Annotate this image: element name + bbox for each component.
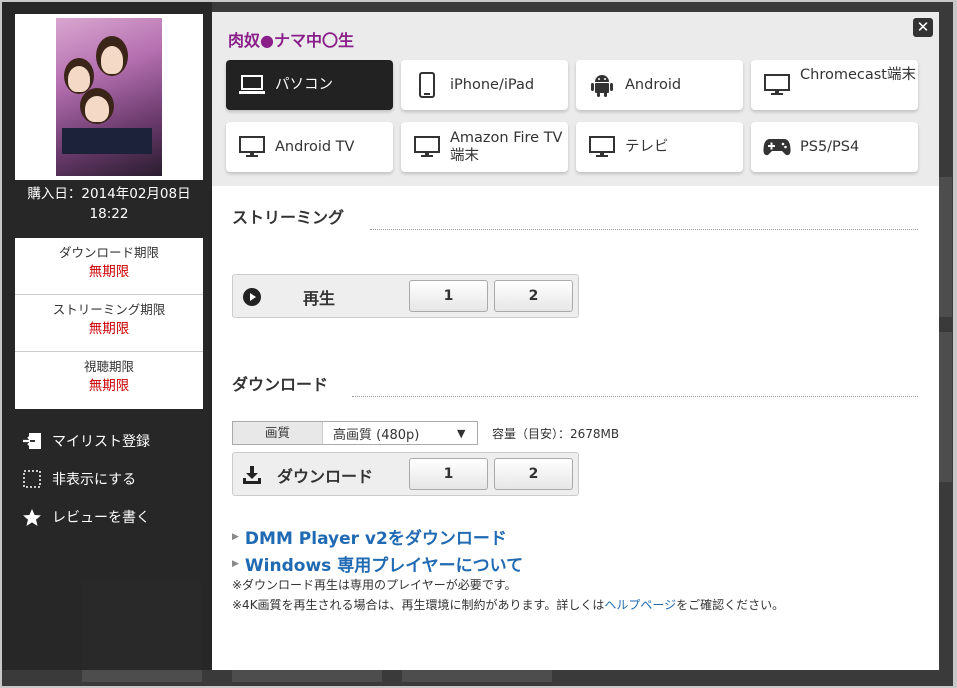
device-label: パソコン [275,77,333,93]
download-icon [241,464,263,486]
streaming-limit: ストリーミング期限 無期限 [15,295,203,352]
download-limit: ダウンロード期限 無期限 [15,238,203,295]
limit-value: 無期限 [88,378,130,394]
quality-value: 高画質 (480p) [333,427,420,443]
device-label: PS5/PS4 [800,139,860,155]
limit-value: 無期限 [88,264,130,280]
download-panel: 肉奴●ナマ中〇生 ✕ パソコン iPhone/iPad Android Chro… [212,12,939,670]
cover-thumbnail[interactable] [15,14,203,180]
play-label: 再生 [303,289,336,308]
note-4k-pre: ※4K画質を再生される場合は、再生環境に制約があります。詳しくは [232,598,605,612]
download-part-1-button[interactable]: 1 [409,458,488,490]
mylist-add-label: マイリスト登録 [52,434,150,450]
device-label: iPhone/iPad [450,77,535,93]
write-review-link[interactable]: レビューを書く [20,498,210,536]
stream-part-1-button[interactable]: 1 [409,280,488,312]
monitor-icon [238,134,266,160]
write-review-label: レビューを書く [52,510,150,526]
device-label: Android [625,77,682,93]
play-icon [241,286,263,308]
limit-label: 視聴期限 [83,359,134,374]
player-download-link[interactable]: ▶ DMM Player v2をダウンロード [232,524,507,549]
sidebar-actions: マイリスト登録 非表示にする レビューを書く [20,422,210,536]
device-label: Android TV [275,139,355,155]
hide-link[interactable]: 非表示にする [20,460,210,498]
purchase-date: 購入日：2014年02月08日 18:22 [15,184,203,224]
section-divider [352,396,918,397]
purchase-time-line: 18:22 [89,206,129,222]
monitor-icon [763,72,791,98]
device-label: テレビ [625,139,669,155]
quality-select[interactable]: 画質 高画質 (480p) ▼ [232,421,478,445]
hide-label: 非表示にする [52,472,137,488]
quality-row: 画質 高画質 (480p) ▼ 容量（目安）：2678MB [232,421,619,445]
streaming-section-title: ストリーミング [232,208,345,227]
limit-value: 無期限 [88,321,130,337]
monitor-icon [413,134,441,160]
help-page-link[interactable]: ヘルプページ [604,598,676,612]
device-label: Amazon Fire TV端末 [450,130,563,164]
device-tab-chromecast[interactable]: Chromecast端末 [751,60,918,110]
device-tab-tv[interactable]: テレビ [576,122,743,172]
viewing-limit: 視聴期限 無期限 [15,352,203,409]
device-tab-android[interactable]: Android [576,60,743,110]
device-label: Chromecast端末 [800,67,916,83]
mylist-add-link[interactable]: マイリスト登録 [20,422,210,460]
sidebar: 購入日：2014年02月08日 18:22 ダウンロード期限 無期限 ストリーミ… [2,2,212,670]
device-tab-pc[interactable]: パソコン [226,60,393,110]
device-selector-area: 肉奴●ナマ中〇生 ✕ パソコン iPhone/iPad Android Chro… [212,12,939,186]
triangle-right-icon: ▶ [232,531,239,542]
windows-player-link-text: Windows 専用プレイヤーについて [244,556,524,576]
device-tab-ps[interactable]: PS5/PS4 [751,122,918,172]
android-icon [588,72,616,98]
download-part-2-button[interactable]: 2 [494,458,573,490]
star-icon [20,507,44,527]
play-label-group: 再生 [241,285,335,309]
panel-title: 肉奴●ナマ中〇生 [228,31,354,50]
cover-title-text [142,26,158,166]
modal-frame: 購入日：2014年02月08日 18:22 ダウンロード期限 無期限 ストリーミ… [0,0,957,688]
capacity-text: 容量（目安）：2678MB [492,426,620,441]
mylist-add-icon [20,431,44,451]
download-section-title: ダウンロード [232,375,329,394]
gamepad-icon [763,134,791,160]
download-player-box: ダウンロード 1 2 [232,452,579,496]
player-download-link-text: DMM Player v2をダウンロード [244,529,507,549]
streaming-player-box: 再生 1 2 [232,274,579,318]
download-label-group: ダウンロード [241,463,373,487]
limit-label: ストリーミング期限 [52,302,166,317]
stream-part-2-button[interactable]: 2 [494,280,573,312]
purchase-date-line: 購入日：2014年02月08日 [27,186,191,202]
windows-player-link[interactable]: ▶ Windows 専用プレイヤーについて [232,551,523,576]
note-4k: ※4K画質を再生される場合は、再生環境に制約があります。詳しくはヘルプページをご… [232,596,784,613]
triangle-right-icon: ▶ [232,558,239,569]
limit-label: ダウンロード期限 [58,245,159,260]
cover-image [56,18,162,176]
laptop-icon [238,72,266,98]
device-tab-iphone[interactable]: iPhone/iPad [401,60,568,110]
device-tab-fire-tv[interactable]: Amazon Fire TV端末 [401,122,568,172]
quality-label: 画質 [233,422,323,444]
dropdown-arrow-icon: ▼ [457,426,466,440]
close-button[interactable]: ✕ [913,18,933,37]
note-4k-post: をご確認ください。 [676,598,785,612]
monitor-icon [588,134,616,160]
download-label: ダウンロード [277,467,374,486]
section-divider [370,229,918,230]
note-player-required: ※ダウンロード再生は専用のプレイヤーが必要です。 [232,578,517,592]
smartphone-icon [413,72,441,98]
hide-icon [20,469,44,489]
device-tab-android-tv[interactable]: Android TV [226,122,393,172]
limits-box: ダウンロード期限 無期限 ストリーミング期限 無期限 視聴期限 無期限 [15,238,203,409]
